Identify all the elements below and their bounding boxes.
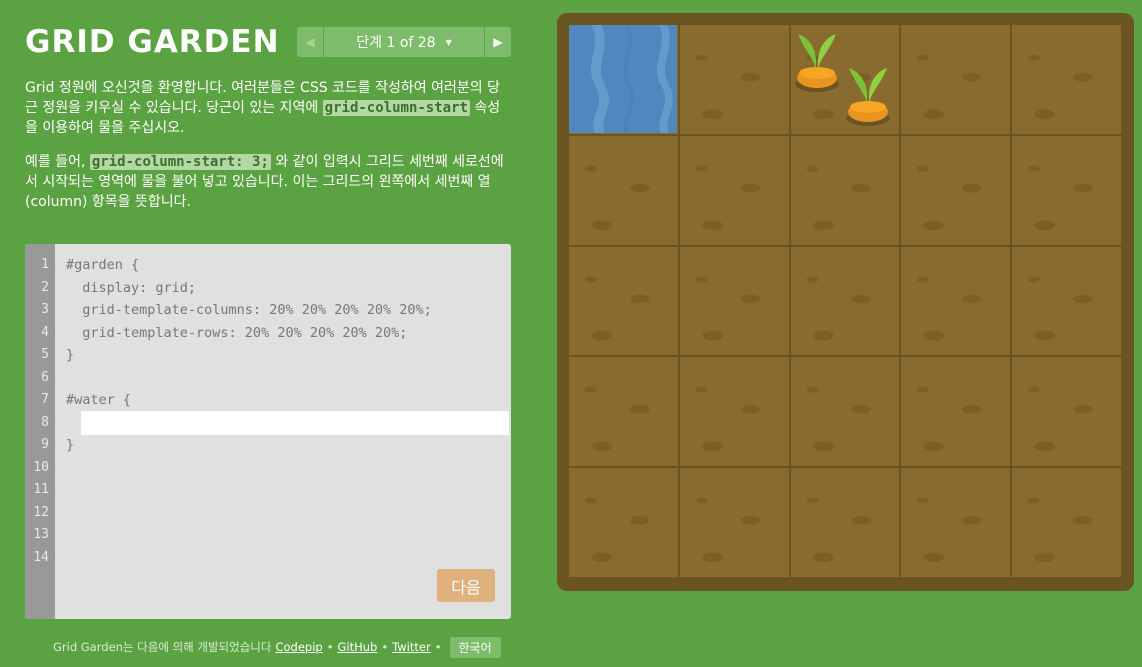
soil-cell: [790, 357, 900, 467]
soil-cell: [901, 135, 1011, 245]
instructions-paragraph-2: 예를 들어, grid-column-start: 3; 와 같이 입력시 그리…: [25, 152, 510, 212]
line-number: 2: [41, 279, 49, 295]
code-line: #water {: [66, 392, 132, 408]
code-line: grid-template-columns: 20% 20% 20% 20% 2…: [66, 302, 432, 318]
soil-cell: [901, 357, 1011, 467]
line-number: 7: [41, 392, 49, 407]
soil-cell: [1012, 357, 1121, 467]
line-number-gutter: 1 2 3 4 5 6 7 8 9 10 11 12 13 14: [25, 244, 55, 619]
css-editor: 1 2 3 4 5 6 7 8 9 10 11 12 13 14 #garden…: [25, 244, 511, 619]
soil-cell: [569, 246, 678, 356]
soil-cell: [901, 246, 1011, 356]
soil-cell: [790, 135, 900, 245]
footer-separator: •: [381, 640, 389, 654]
soil-cell: [679, 246, 789, 356]
line-number: 4: [41, 324, 49, 340]
soil-cell: [790, 468, 900, 577]
codepip-link[interactable]: Codepip: [275, 640, 322, 654]
line-number: 10: [33, 459, 49, 475]
soil-cell: [569, 135, 678, 245]
line-number: 6: [41, 369, 49, 385]
soil-cell: [679, 135, 789, 245]
line-number: 11: [33, 482, 49, 497]
line-number: 9: [41, 437, 49, 452]
line-number: 8: [41, 414, 49, 430]
level-indicator[interactable]: 단계 1 of 28 ▼: [324, 27, 484, 57]
code-line: grid-template-rows: 20% 20% 20% 20% 20%;: [66, 324, 408, 341]
prev-level-button[interactable]: ◀: [297, 27, 324, 57]
code-line: }: [66, 347, 75, 363]
soil-cell: [790, 246, 900, 356]
line-number: 3: [41, 302, 49, 317]
soil-cell: [1012, 468, 1121, 577]
soil-cell: [901, 468, 1011, 577]
water-waves-icon: [591, 25, 673, 133]
soil-cell: [569, 468, 678, 577]
app-title: GRID GARDEN: [25, 24, 280, 60]
footer-separator: •: [326, 640, 334, 654]
example-code: grid-column-start: 3;: [89, 154, 271, 170]
soil-cell: [569, 357, 678, 467]
instructions-paragraph-1: Grid 정원에 오신것을 환영합니다. 여러분들은 CSS 코드를 작성하여 …: [25, 78, 510, 138]
water-tile: [569, 25, 677, 133]
caret-down-icon: ▼: [445, 37, 452, 47]
line-number: 5: [41, 347, 49, 362]
soil-cell: [1012, 135, 1121, 245]
code-line: }: [66, 437, 75, 453]
soil-cell: [679, 357, 789, 467]
property-code: grid-column-start: [322, 100, 470, 116]
soil-cell: [1012, 25, 1121, 134]
twitter-link[interactable]: Twitter: [392, 640, 431, 654]
soil-cell: [679, 25, 789, 134]
soil-cell: [1012, 246, 1121, 356]
footer-separator: •: [434, 640, 442, 654]
code-line: display: grid;: [66, 279, 197, 296]
soil-cell: [901, 25, 1011, 134]
carrot-icon: [795, 34, 839, 92]
line-number: 1: [41, 257, 49, 272]
chevron-left-icon: ◀: [305, 35, 315, 49]
next-button[interactable]: 다음: [437, 569, 495, 602]
level-label: 단계 1 of 28: [356, 35, 436, 51]
chevron-right-icon: ▶: [493, 35, 503, 49]
instructions: Grid 정원에 오신것을 환영합니다. 여러분들은 CSS 코드를 작성하여 …: [25, 78, 510, 226]
next-level-button[interactable]: ▶: [484, 27, 511, 57]
level-navigation: ◀ 단계 1 of 28 ▼ ▶: [297, 27, 511, 57]
language-selector[interactable]: 한국어: [449, 636, 501, 658]
line-number: 13: [33, 527, 49, 542]
instructions-text: 예를 들어,: [25, 154, 90, 170]
code-line: #garden {: [66, 257, 140, 273]
footer: Grid Garden는 다음에 의해 개발되었습니다 Codepip • Gi…: [53, 636, 501, 658]
line-number: 12: [33, 504, 49, 520]
carrot-icon: [846, 68, 890, 126]
soil-cell: [679, 468, 789, 577]
css-answer-input[interactable]: [81, 411, 509, 435]
line-number: 14: [33, 549, 49, 565]
github-link[interactable]: GitHub: [338, 640, 378, 654]
footer-credit: Grid Garden는 다음에 의해 개발되었습니다: [53, 640, 272, 654]
